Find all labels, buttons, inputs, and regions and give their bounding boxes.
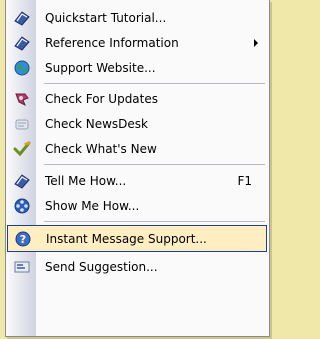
menu-item-check-whats-new[interactable]: Check What's New — [7, 136, 268, 161]
help-menu: Quickstart Tutorial... Reference Informa… — [5, 0, 270, 337]
submenu-arrow-icon — [254, 39, 258, 47]
menu-item-label: Reference Information — [45, 35, 179, 50]
menu-item-tell-me-how[interactable]: Tell Me How... F1 — [7, 168, 268, 193]
menu-item-label: Show Me How... — [45, 198, 140, 213]
menu-item-support-website[interactable]: Support Website... — [7, 55, 268, 80]
menu-item-label: Check What's New — [45, 141, 157, 156]
chat-icon: ? — [8, 226, 38, 251]
menu-item-check-newsdesk[interactable]: Check NewsDesk — [7, 111, 268, 136]
film-reel-icon — [7, 193, 37, 218]
menu-item-send-suggestion[interactable]: Send Suggestion... — [7, 254, 268, 279]
menu-item-quickstart-tutorial[interactable]: Quickstart Tutorial... — [7, 5, 268, 30]
menu-separator — [44, 164, 265, 165]
newsdesk-icon — [7, 111, 37, 136]
menu-item-label: Check For Updates — [45, 91, 159, 106]
svg-text:?: ? — [20, 233, 26, 246]
update-icon — [7, 86, 37, 111]
menu-item-label: Tell Me How... — [45, 173, 127, 188]
menu-item-label: Send Suggestion... — [45, 259, 158, 274]
menu-item-label: Quickstart Tutorial... — [45, 10, 167, 25]
globe-icon — [7, 55, 37, 80]
menu-item-instant-message-support[interactable]: ? Instant Message Support... — [7, 225, 267, 252]
menu-item-label: Support Website... — [45, 60, 156, 75]
menu-item-reference-information[interactable]: Reference Information — [7, 30, 268, 55]
book-icon — [7, 30, 37, 55]
shortcut-key: F1 — [237, 173, 252, 188]
menu-item-check-for-updates[interactable]: Check For Updates — [7, 86, 268, 111]
menu-item-label: Instant Message Support... — [46, 231, 207, 246]
suggestion-icon — [7, 254, 37, 279]
menu-item-label: Check NewsDesk — [45, 116, 148, 131]
book-icon — [7, 5, 37, 30]
checkmark-icon — [7, 136, 37, 161]
menu-item-show-me-how[interactable]: Show Me How... — [7, 193, 268, 218]
menu-separator — [44, 221, 265, 222]
book-icon — [7, 168, 37, 193]
menu-separator — [44, 83, 265, 84]
